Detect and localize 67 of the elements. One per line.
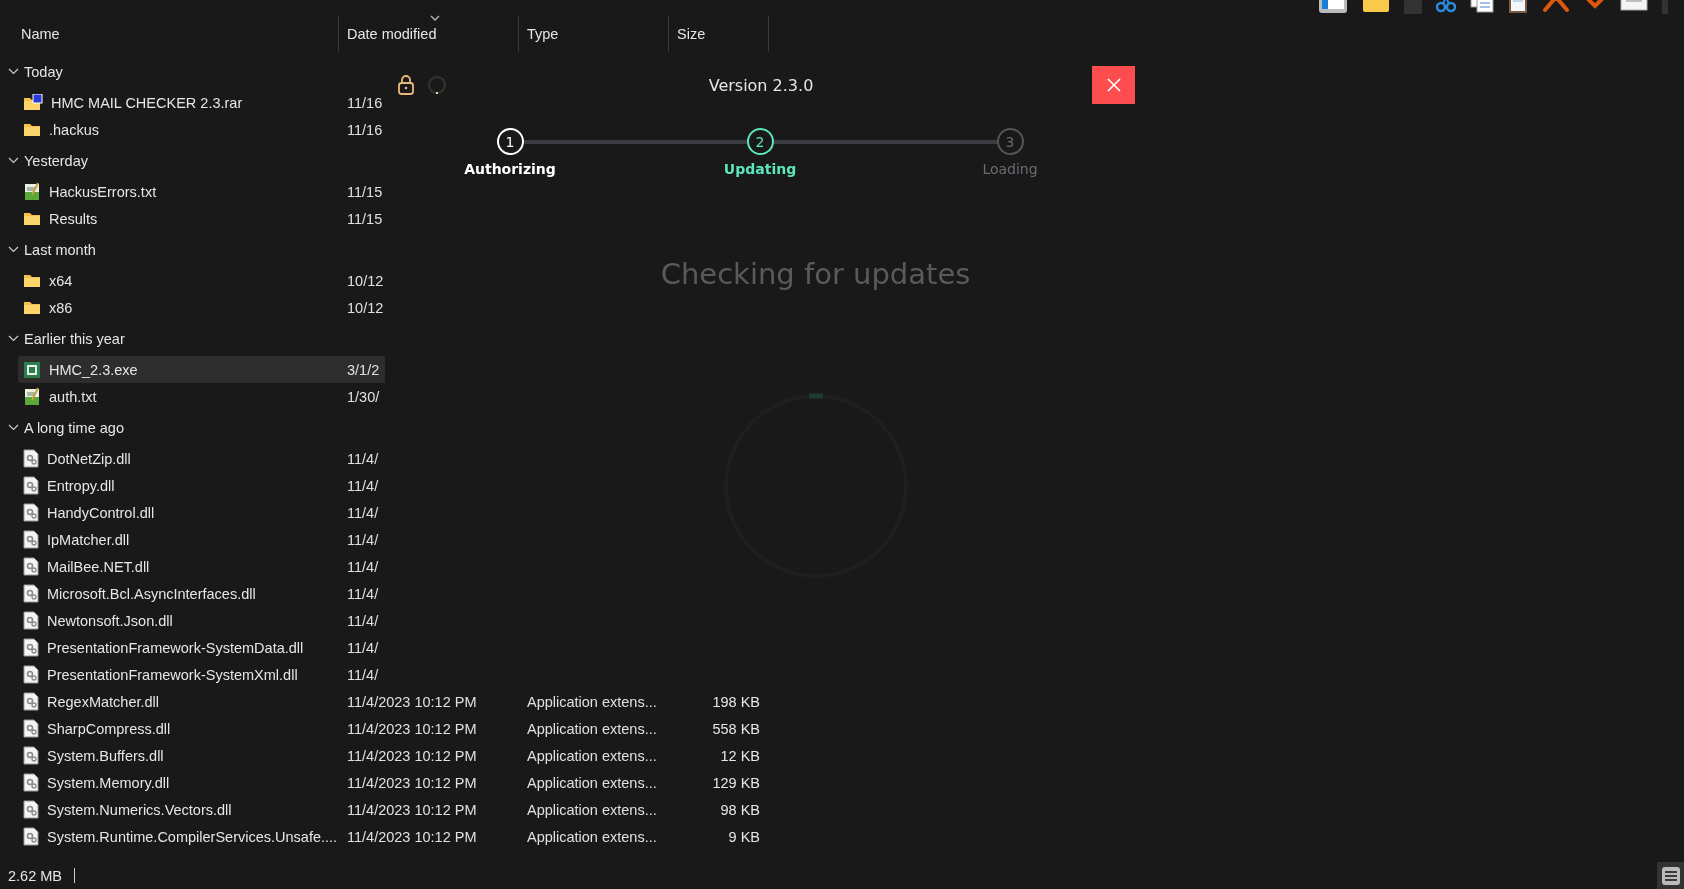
file-name: SharpCompress.dll xyxy=(47,720,171,737)
file-name: Entropy.dll xyxy=(47,477,115,494)
date-modified: 11/4/ xyxy=(347,585,379,602)
date-modified: 11/4/2023 10:12 PM xyxy=(347,720,477,737)
file-name: PresentationFramework-SystemData.dll xyxy=(47,639,304,656)
step-label: Authorizing xyxy=(464,161,556,177)
date-modified: 11/4/ xyxy=(347,639,379,656)
file-name: Microsoft.Bcl.AsyncInterfaces.dll xyxy=(47,585,256,602)
file-name: HMC MAIL CHECKER 2.3.rar xyxy=(51,94,243,111)
file-type: Application extens... xyxy=(527,801,657,818)
step-label: Updating xyxy=(723,161,797,177)
step-label: Loading xyxy=(982,161,1038,177)
file-name: .hackus xyxy=(49,121,99,138)
file-name: x86 xyxy=(49,299,73,316)
file-name: Results xyxy=(49,210,98,227)
file-type: Application extens... xyxy=(527,720,657,737)
date-modified: 1/30/ xyxy=(347,388,380,405)
file-name: MailBee.NET.dll xyxy=(47,558,150,575)
date-modified: 11/4/ xyxy=(347,612,379,629)
file-name: IpMatcher.dll xyxy=(47,531,130,548)
file-name: PresentationFramework-SystemXml.dll xyxy=(47,666,298,683)
date-modified: 11/4/2023 10:12 PM xyxy=(347,693,477,710)
date-modified: 11/15 xyxy=(347,183,383,200)
date-modified: 11/4/ xyxy=(347,450,379,467)
date-modified: 11/4/ xyxy=(347,504,379,521)
date-modified: 11/4/2023 10:12 PM xyxy=(347,774,477,791)
file-size: 129 KB xyxy=(712,774,760,791)
date-modified: 10/12 xyxy=(347,272,384,289)
file-type: Application extens... xyxy=(527,693,657,710)
status-message: Checking for updates xyxy=(660,257,971,291)
file-name: System.Numerics.Vectors.dll xyxy=(47,801,232,818)
date-modified: 10/12 xyxy=(347,299,384,316)
date-modified: 3/1/2 xyxy=(347,361,380,378)
dialog-title: Version 2.3.0 xyxy=(708,76,815,95)
file-size: 98 KB xyxy=(720,801,760,818)
file-name: HMC_2.3.exe xyxy=(49,361,138,378)
date-modified: 11/4/2023 10:12 PM xyxy=(347,747,477,764)
date-modified: 11/4/ xyxy=(347,531,379,548)
selection-size: 2.62 MB xyxy=(8,867,62,884)
date-modified: 11/15 xyxy=(347,210,383,227)
file-name: HackusErrors.txt xyxy=(49,183,157,200)
step-circle: 1 xyxy=(496,128,524,155)
file-size: 9 KB xyxy=(728,828,760,845)
file-name: System.Runtime.CompilerServices.Unsafe.... xyxy=(47,828,338,845)
step-circle: 3 xyxy=(996,128,1024,155)
file-size: 198 KB xyxy=(712,693,760,710)
step-circle: 2 xyxy=(746,128,774,155)
file-name: System.Memory.dll xyxy=(47,774,170,791)
file-size: 558 KB xyxy=(712,720,760,737)
date-modified: 11/4/ xyxy=(347,666,379,683)
date-modified: 11/16 xyxy=(347,94,383,111)
date-modified: 11/4/ xyxy=(347,558,379,575)
file-name: HandyControl.dll xyxy=(47,504,155,521)
file-type: Application extens... xyxy=(527,747,657,764)
file-name: auth.txt xyxy=(49,388,97,405)
date-modified: 11/16 xyxy=(347,121,383,138)
file-type: Application extens... xyxy=(527,828,657,845)
date-modified: 11/4/2023 10:12 PM xyxy=(347,828,477,845)
file-name: x64 xyxy=(49,272,73,289)
file-name: System.Buffers.dll xyxy=(47,747,164,764)
date-modified: 11/4/2023 10:12 PM xyxy=(347,801,477,818)
file-size: 12 KB xyxy=(720,747,760,764)
file-name: RegexMatcher.dll xyxy=(47,693,160,710)
file-name: Newtonsoft.Json.dll xyxy=(47,612,173,629)
file-name: DotNetZip.dll xyxy=(47,450,131,467)
file-type: Application extens... xyxy=(527,774,657,791)
date-modified: 11/4/ xyxy=(347,477,379,494)
